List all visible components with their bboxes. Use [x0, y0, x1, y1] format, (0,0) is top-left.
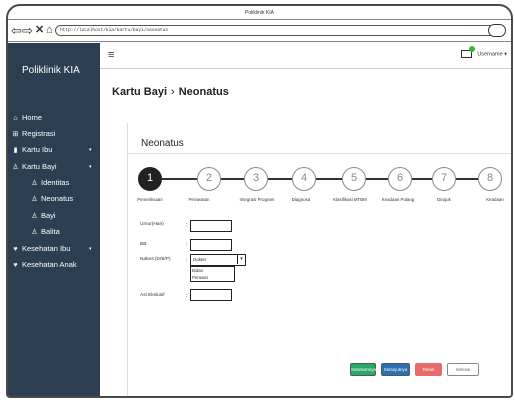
step-6-circle[interactable]: 6 — [388, 167, 412, 191]
user-menu[interactable]: Username ▾ — [460, 46, 507, 58]
nakes-selected-value: Dokter — [193, 257, 207, 262]
nakes-options-list: Bidan Perawat — [190, 266, 235, 282]
next-button[interactable]: Selanjutnya — [381, 363, 410, 376]
go-button[interactable] — [488, 24, 506, 37]
sidebar-item-label: Kartu Ibu — [22, 145, 53, 154]
step-5-circle[interactable]: 5 — [342, 167, 366, 191]
step-connector — [268, 178, 292, 180]
content-panel: Neonatus 1 Pemeriksaan 2 Perawatan 3 Integras… — [127, 123, 511, 396]
step-connector — [456, 178, 478, 180]
breadcrumb: Kartu Bayi › Neonatus — [112, 86, 229, 98]
sidebar-item-label: Bayi — [41, 211, 56, 220]
sidebar-item[interactable]: ⊞ Registrasi — [8, 127, 100, 141]
sidebar-item-label: Neonatus — [41, 194, 74, 203]
book-icon: ▮ — [13, 147, 18, 154]
plus-square-icon: ⊞ — [12, 131, 19, 138]
sidebar-item[interactable]: ♙ Kartu Bayi ▾ — [8, 160, 100, 174]
nakes-label: Nakes (D/B/P) — [140, 257, 171, 262]
sidebar-item[interactable]: ♥ Kesehatan Anak — [8, 258, 100, 272]
bb-label: BB — [140, 242, 147, 247]
panel-heading: Neonatus — [141, 138, 184, 149]
colon: : — [186, 222, 188, 228]
colon: : — [186, 293, 188, 299]
umur-input[interactable] — [190, 220, 232, 232]
step-connector — [366, 178, 388, 180]
finish-button[interactable]: Selesai — [447, 363, 479, 376]
mail-icon[interactable] — [460, 46, 475, 58]
chevron-down-icon[interactable]: ▾ — [89, 242, 92, 256]
child-icon: ♙ — [12, 164, 19, 171]
child-icon: ♙ — [31, 180, 38, 187]
close-icon[interactable]: ✕ — [35, 24, 44, 37]
window-title: Poliklinik KIA — [8, 6, 511, 20]
step-connector — [412, 178, 432, 180]
step-2-circle[interactable]: 2 — [197, 167, 221, 191]
chevron-down-icon[interactable]: ▾ — [89, 143, 92, 157]
bb-input[interactable] — [190, 239, 232, 251]
sidebar: Poliklinik KIA ⌂ Home ⊞ Registrasi ▮ Kartu Ib… — [8, 43, 100, 396]
address-bar: ⇦ ⇨ ✕ ⌂ http://localhost/kia/kartu/bayi/… — [8, 20, 511, 42]
step-1-circle[interactable]: 1 — [138, 167, 162, 191]
sidebar-item[interactable]: ♙ Bayi — [8, 209, 100, 223]
chevron-down-icon[interactable]: ▾ — [89, 160, 92, 174]
step-connector — [221, 178, 244, 180]
sidebar-item[interactable]: ♙ Identitas — [8, 176, 100, 190]
asi-input[interactable] — [190, 289, 232, 301]
step-4-circle[interactable]: 4 — [292, 167, 316, 191]
nakes-option[interactable]: Perawat — [191, 274, 234, 281]
sidebar-item-label: Kartu Bayi — [22, 162, 57, 171]
step-8-circle[interactable]: 8 — [478, 167, 502, 191]
sidebar-item[interactable]: ♙ Neonatus — [8, 192, 100, 206]
notification-badge — [468, 46, 475, 52]
sidebar-item[interactable]: ⌂ Home — [8, 111, 100, 125]
brand-title: Poliklinik KIA — [22, 65, 80, 76]
sidebar-item-label: Kesehatan Ibu — [22, 244, 71, 253]
step-connector — [316, 178, 342, 180]
step-8-label: Keadaan — [486, 197, 504, 202]
arrow-right-icon[interactable]: ⇨ — [22, 24, 33, 37]
username-label[interactable]: Username ▾ — [477, 51, 507, 57]
child-icon: ♙ — [31, 229, 38, 236]
sidebar-item-label: Home — [22, 113, 43, 122]
topbar: ≡ Username ▾ — [100, 43, 511, 69]
url-input[interactable]: http://localhost/kia/kartu/bayi/neonatus — [55, 25, 495, 36]
sidebar-item-label: Identitas — [41, 178, 70, 187]
step-7-circle[interactable]: 7 — [432, 167, 456, 191]
heart-icon: ♥ — [13, 246, 18, 253]
sidebar-item[interactable]: ▮ Kartu Ibu ▾ — [8, 143, 100, 157]
home-icon: ⌂ — [13, 115, 18, 122]
home-icon[interactable]: ⌂ — [46, 24, 53, 37]
breadcrumb-separator: › — [171, 86, 175, 98]
umur-label: Umur(Hari) — [140, 222, 164, 227]
colon: : — [186, 242, 188, 248]
nakes-select[interactable]: Dokter ▾ — [190, 254, 246, 266]
sidebar-item-label: Balita — [41, 227, 60, 236]
step-connector — [162, 178, 197, 180]
nakes-option[interactable]: Bidan — [191, 267, 234, 274]
sidebar-item-label: Registrasi — [22, 129, 56, 138]
asi-label: Asi Ekslusif — [140, 293, 165, 298]
sidebar-item[interactable]: ♥ Kesehatan Ibu ▾ — [8, 242, 100, 256]
sidebar-item-label: Kesehatan Anak — [22, 260, 77, 269]
breadcrumb-root[interactable]: Kartu Bayi — [112, 86, 167, 98]
chevron-down-icon[interactable]: ▾ — [237, 255, 245, 264]
browser-window: Poliklinik KIA ⇦ ⇨ ✕ ⌂ http://localhost/… — [6, 4, 513, 398]
arrow-left-icon[interactable]: ⇦ — [11, 24, 22, 37]
colon: : — [186, 257, 188, 263]
divider — [128, 153, 511, 154]
previous-button[interactable]: Sebelumnya — [350, 363, 376, 376]
reset-button[interactable]: Reset — [415, 363, 442, 376]
child-icon: ♙ — [31, 213, 38, 220]
child-icon: ♙ — [31, 196, 38, 203]
heart-icon: ♥ — [13, 262, 18, 269]
step-2-label: Perawatan — [188, 197, 210, 202]
breadcrumb-current: Neonatus — [178, 86, 229, 98]
sidebar-item[interactable]: ♙ Balita — [8, 225, 100, 239]
hamburger-icon[interactable]: ≡ — [108, 50, 114, 61]
step-3-circle[interactable]: 3 — [244, 167, 268, 191]
